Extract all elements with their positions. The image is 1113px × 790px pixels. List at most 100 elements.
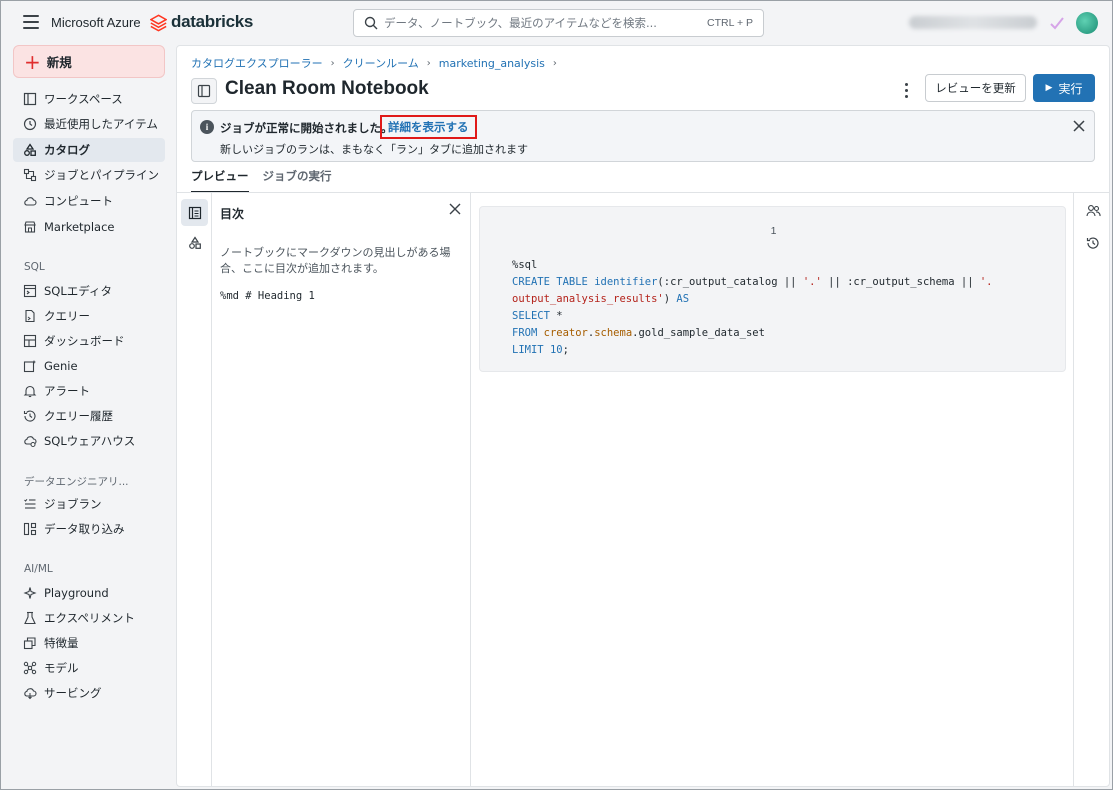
- sidebar-item-label: モデル: [44, 661, 79, 675]
- clock-icon: [23, 117, 37, 131]
- ingest-icon: [23, 522, 37, 536]
- sidebar-item-queries[interactable]: クエリー: [13, 304, 165, 328]
- play-icon: ▶: [1045, 83, 1053, 93]
- sidebar-item-jobs[interactable]: ジョブとパイプライン: [13, 163, 165, 187]
- sidebar-item-compute[interactable]: コンピュート: [13, 189, 165, 213]
- sidebar-item-data-ingestion[interactable]: データ取り込み: [13, 517, 165, 541]
- avatar[interactable]: [1076, 12, 1098, 34]
- sidebar-item-genie[interactable]: Genie: [13, 354, 165, 378]
- users-icon: [1085, 205, 1101, 217]
- section-label-ai-ml: AI/ML: [24, 563, 53, 575]
- code-line: %sql: [512, 259, 538, 271]
- toc-heading-example: %md # Heading 1: [220, 290, 315, 302]
- tab-preview[interactable]: プレビュー: [191, 166, 249, 193]
- editor-icon: [23, 284, 37, 298]
- history-button[interactable]: [1083, 233, 1103, 253]
- workspace-icon: [23, 92, 37, 106]
- breadcrumb-clean-rooms[interactable]: クリーンルーム: [343, 55, 419, 71]
- permissions-button[interactable]: [1083, 201, 1103, 221]
- code-cell[interactable]: 1 %sql CREATE TABLE identifier(:cr_outpu…: [479, 206, 1066, 372]
- cloud-icon: [24, 197, 37, 206]
- close-icon[interactable]: [449, 203, 461, 215]
- sidebar-item-label: クエリー履歴: [44, 409, 113, 423]
- breadcrumb-marketing-analysis[interactable]: marketing_analysis: [439, 57, 545, 70]
- assistant-icon[interactable]: [1049, 15, 1065, 31]
- warehouse-icon: [24, 436, 37, 447]
- breadcrumb-catalog-explorer[interactable]: カタログエクスプローラー: [191, 55, 323, 71]
- plus-icon: +: [24, 49, 41, 74]
- store-icon: [24, 221, 36, 233]
- bell-icon: [23, 385, 37, 398]
- review-update-button[interactable]: レビューを更新: [925, 74, 1026, 102]
- sidebar-item-playground[interactable]: Playground: [13, 581, 165, 605]
- right-rail: [1073, 193, 1109, 786]
- tab-job-runs[interactable]: ジョブの実行: [263, 166, 332, 190]
- sparkle-icon: [23, 587, 37, 599]
- sidebar-item-catalog[interactable]: カタログ: [13, 138, 165, 162]
- sidebar-item-label: コンピュート: [44, 194, 113, 208]
- sidebar-item-label: SQLウェアハウス: [44, 434, 136, 448]
- breadcrumb: カタログエクスプローラー › クリーンルーム › marketing_analy…: [191, 55, 565, 71]
- sidebar-item-sql-editor[interactable]: SQLエディタ: [13, 279, 165, 303]
- feature-icon: [23, 637, 36, 650]
- search-input[interactable]: [384, 16, 684, 30]
- sidebar-item-sql-warehouses[interactable]: SQLウェアハウス: [13, 429, 165, 453]
- workspace-name-blurred[interactable]: [909, 16, 1037, 29]
- code-line: FROM creator.schema.gold_sample_data_set: [512, 327, 765, 339]
- sidebar-item-serving[interactable]: サービング: [13, 681, 165, 705]
- sidebar-item-label: SQLエディタ: [44, 284, 112, 298]
- code-line: SELECT *: [512, 310, 563, 322]
- catalog-icon: [24, 143, 36, 156]
- chevron-right-icon: ›: [330, 57, 335, 69]
- sidebar-item-recent[interactable]: 最近使用したアイテム: [13, 112, 165, 136]
- sidebar-item-workspace[interactable]: ワークスペース: [13, 87, 165, 111]
- sidebar-item-label: ダッシュボード: [44, 334, 125, 348]
- workflow-icon: [23, 168, 37, 182]
- sidebar-item-marketplace[interactable]: Marketplace: [13, 215, 165, 239]
- close-icon[interactable]: [1073, 120, 1085, 132]
- chevron-right-icon: ›: [552, 57, 557, 69]
- code-content: %sql CREATE TABLE identifier(:cr_output_…: [512, 257, 993, 359]
- banner-subtext: 新しいジョブのランは、まもなく「ラン」タブに追加されます: [220, 143, 528, 156]
- run-button[interactable]: ▶ 実行: [1033, 74, 1095, 102]
- sidebar: + 新規 ワークスペース 最近使用したアイテム カタログ ジョブとパイプライン …: [1, 45, 176, 789]
- section-label-sql: SQL: [24, 261, 45, 273]
- menu-icon[interactable]: [23, 15, 39, 29]
- sidebar-item-features[interactable]: 特徴量: [13, 631, 165, 655]
- catalog-rail-button[interactable]: [181, 229, 208, 256]
- sidebar-item-label: ジョブラン: [44, 497, 102, 511]
- sidebar-item-label: アラート: [44, 384, 90, 398]
- sidebar-item-query-history[interactable]: クエリー履歴: [13, 404, 165, 428]
- sidebar-item-label: ワークスペース: [44, 92, 123, 106]
- sidebar-item-dashboards[interactable]: ダッシュボード: [13, 329, 165, 353]
- tab-bar: プレビュー ジョブの実行: [191, 166, 346, 193]
- sidebar-item-experiments[interactable]: エクスペリメント: [13, 606, 165, 630]
- sidebar-item-job-runs[interactable]: ジョブラン: [13, 492, 165, 516]
- code-line: output_analysis_results') AS: [512, 293, 690, 305]
- sidebar-item-models[interactable]: モデル: [13, 656, 165, 680]
- list-icon: [24, 498, 36, 509]
- run-button-label: 実行: [1058, 81, 1083, 96]
- query-icon: [25, 309, 35, 323]
- new-button[interactable]: + 新規: [13, 45, 165, 78]
- job-started-banner: i ジョブが正常に開始されました。 詳細を表示する 新しいジョブのランは、まもな…: [191, 110, 1095, 162]
- toc-rail-button[interactable]: [181, 199, 208, 226]
- sidebar-item-alerts[interactable]: アラート: [13, 379, 165, 403]
- table-of-contents-icon: [188, 206, 201, 219]
- toc-panel: 目次 ノートブックにマークダウンの見出しがある場合、ここに目次が追加されます。 …: [212, 193, 471, 786]
- info-icon: i: [200, 120, 214, 134]
- more-options-icon[interactable]: [899, 79, 913, 101]
- sidebar-item-label: エクスペリメント: [44, 611, 135, 625]
- toc-empty-text: ノートブックにマークダウンの見出しがある場合、ここに目次が追加されます。: [220, 246, 451, 275]
- sidebar-item-label: クエリー: [44, 309, 90, 323]
- left-rail: [177, 193, 212, 786]
- sidebar-item-label: Marketplace: [44, 220, 115, 234]
- section-label-data-engineering: データエンジニアリ...: [24, 476, 129, 488]
- code-line: LIMIT 10;: [512, 344, 569, 356]
- dashboard-icon: [23, 334, 37, 348]
- history-icon: [1086, 237, 1099, 249]
- genie-icon: [23, 360, 36, 373]
- global-search[interactable]: CTRL + P: [353, 9, 764, 37]
- view-details-link[interactable]: 詳細を表示する: [380, 115, 477, 139]
- toggle-sidebar-button[interactable]: [191, 78, 217, 104]
